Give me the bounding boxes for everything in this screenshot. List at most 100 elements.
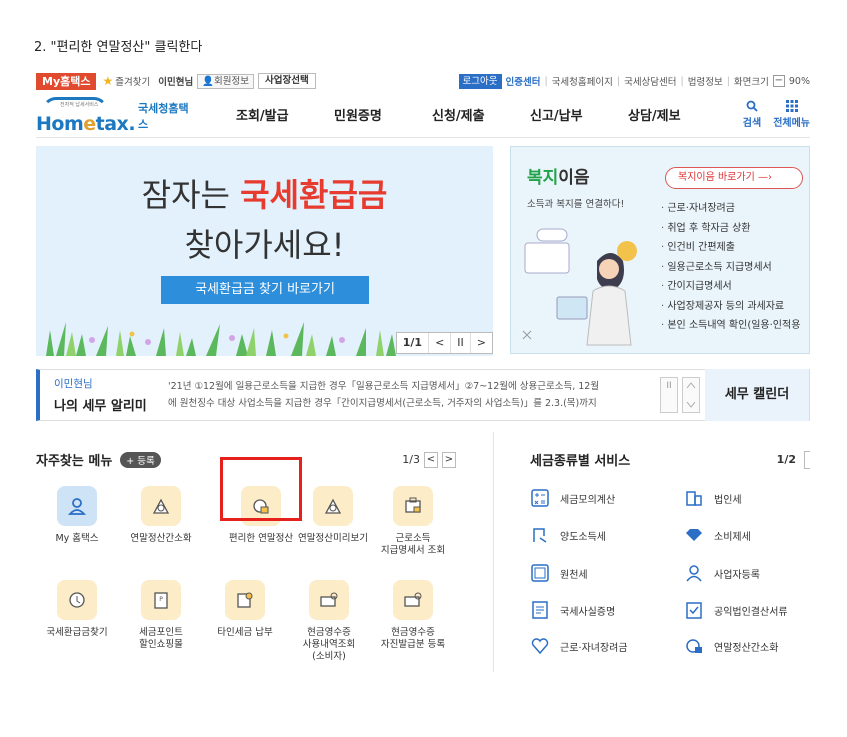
heart-icon xyxy=(530,636,550,656)
simplify-icon xyxy=(684,636,704,656)
logout-button[interactable]: 로그아웃 xyxy=(458,73,502,89)
menu-pay-other-tax[interactable]: 타인세금 납부 xyxy=(202,580,288,639)
favorites-prev-button[interactable]: < xyxy=(424,451,438,468)
nav-inquiry[interactable]: 조회/발급 xyxy=(236,105,334,124)
banner-prev-button[interactable]: < xyxy=(428,333,450,353)
separator: | xyxy=(726,75,730,87)
notice-pause-button[interactable]: II xyxy=(660,377,678,413)
service-withholding-tax[interactable]: 원천세 xyxy=(530,563,588,583)
consult-center-link[interactable]: 국세상담센터 xyxy=(624,74,676,88)
banner-page-indicator: 1/1 xyxy=(402,336,423,349)
banner-pause-button[interactable]: II xyxy=(450,333,470,353)
favorites-page-indicator: 1/3 xyxy=(402,453,420,466)
cert-center-link[interactable]: 인증센터 xyxy=(506,74,541,88)
star-icon: ★ xyxy=(102,74,114,88)
services-page-indicator: 1/2 xyxy=(776,453,796,466)
section-divider xyxy=(493,432,494,672)
separator: | xyxy=(544,75,548,87)
banner-headline-2: 찾아가세요! xyxy=(184,226,345,264)
menu-wage-statement[interactable]: 근로소득 지급명세서 조회 xyxy=(370,486,456,557)
service-corporate-tax[interactable]: 법인세 xyxy=(684,488,742,508)
member-info-button[interactable]: 👤회원정보 xyxy=(197,73,254,89)
refund-banner[interactable]: 잠자는 국세환급금 찾아가세요! 국세환급금 찾기 바로가기 1/1 < II … xyxy=(36,146,493,356)
logo-tagline: 전자적 납세서비스 xyxy=(60,101,99,108)
service-settlement-simplify[interactable]: 연말정산간소화 xyxy=(684,636,778,656)
menu-tax-refund[interactable]: 국세환급금찾기 xyxy=(34,580,120,639)
zoom-out-button[interactable]: − xyxy=(772,75,785,87)
woman-illustration xyxy=(522,228,637,346)
menu-cash-receipt-inquiry[interactable]: 현금영수증 사용내역조회 (소비자) xyxy=(286,580,372,663)
menu-cash-receipt-register[interactable]: 현금영수증 자진발급분 등록 xyxy=(370,580,456,651)
services-prev-button[interactable] xyxy=(804,450,810,469)
tax-notice-bar: 이민현님 나의 세무 알리미 '21년 ①12월에 일용근로소득을 지급한 경우… xyxy=(36,369,810,421)
refund-icon xyxy=(57,580,97,620)
service-business-registration[interactable]: 사업자등록 xyxy=(684,563,760,583)
grid-icon xyxy=(785,100,798,114)
transfer-icon xyxy=(530,525,550,545)
other-tax-icon xyxy=(225,580,265,620)
service-earned-income-credit[interactable]: 근로·자녀장려금 xyxy=(530,636,628,656)
welfare-list-item[interactable]: 일용근로소득 지급명세서 xyxy=(661,258,800,278)
welfare-list-item[interactable]: 사업장제공자 등의 과세자료 xyxy=(661,297,800,317)
nav-report-pay[interactable]: 신고/납부 xyxy=(530,105,628,124)
notice-user-name: 이민현님 xyxy=(54,378,93,390)
building-icon xyxy=(684,488,704,508)
business-select-button[interactable]: 사업장선택 xyxy=(258,73,316,89)
favorites-link[interactable]: ★ 즐겨찾기 xyxy=(102,74,150,88)
welfare-list-item[interactable]: 근로·자녀장려금 xyxy=(661,199,800,219)
welfare-title: 복지이음 xyxy=(527,168,590,188)
refund-search-button[interactable]: 국세환급금 찾기 바로가기 xyxy=(161,276,369,304)
welfare-list-item[interactable]: 간이지급명세서 xyxy=(661,277,800,297)
law-info-link[interactable]: 법령정보 xyxy=(688,74,723,88)
menu-settlement-simplify[interactable]: 연말정산간소화 xyxy=(118,486,204,545)
tax-calendar-button[interactable]: 세무 캘린더 xyxy=(705,369,809,421)
preview-icon xyxy=(313,486,353,526)
member-info-label: 회원정보 xyxy=(214,75,249,87)
all-menu-button[interactable]: 전체메뉴 xyxy=(773,100,810,129)
myhome-button[interactable]: My홈택스 xyxy=(36,72,97,90)
welfare-banner[interactable]: 복지이음 소득과 복지를 연결하다! 복지이음 바로가기 —› 근로·자녀장려금… xyxy=(510,146,810,354)
welfare-list-item[interactable]: 본인 소득내역 확인(일용·인적용 xyxy=(661,316,800,336)
banner-next-button[interactable]: > xyxy=(469,333,492,353)
services-title: 세금종류별 서비스 xyxy=(530,454,631,469)
notice-message[interactable]: '21년 ①12월에 일용근로소득을 지급한 경우「일용근로소득 지급명세서」②… xyxy=(168,378,654,412)
calculator-icon xyxy=(141,486,181,526)
search-label: 검색 xyxy=(742,118,762,129)
person-icon xyxy=(57,486,97,526)
welfare-list-item[interactable]: 인건비 간편제출 xyxy=(661,238,800,258)
click-highlight-box xyxy=(220,457,302,521)
welfare-go-button[interactable]: 복지이음 바로가기 —› xyxy=(665,167,803,189)
favorites-title: 자주찾는 메뉴 xyxy=(36,454,113,469)
favorites-next-button[interactable]: > xyxy=(442,451,456,468)
service-consumption-tax[interactable]: 소비제세 xyxy=(684,525,751,545)
welfare-list-item[interactable]: 취업 후 학자금 상환 xyxy=(661,219,800,239)
menu-tax-point-mall[interactable]: P 세금포인트 할인쇼핑몰 xyxy=(118,580,204,651)
menu-settlement-preview[interactable]: 연말정산미리보기 xyxy=(290,486,376,545)
nts-homepage-link[interactable]: 국세청홈페이지 xyxy=(552,74,613,88)
nav-apply[interactable]: 신청/제출 xyxy=(432,105,530,124)
hometax-logo[interactable]: 전자적 납세서비스 Hometax. 국세청홈택스 xyxy=(36,95,196,135)
service-tax-simulation[interactable]: 세금모의계산 xyxy=(530,488,615,508)
screen-size-label: 화면크기 xyxy=(733,77,769,88)
tax-point-icon: P xyxy=(141,580,181,620)
nav-consult[interactable]: 상담/제보 xyxy=(628,105,726,124)
menu-myhometax[interactable]: My 홈택스 xyxy=(34,486,120,545)
service-transfer-tax[interactable]: 양도소득세 xyxy=(530,525,606,545)
service-tax-certificate[interactable]: 국세사실증명 xyxy=(530,600,615,620)
nav-civil-cert[interactable]: 민원증명 xyxy=(334,105,432,124)
register-button[interactable]: + 등록 xyxy=(120,451,161,468)
arrow-right-icon: —› xyxy=(757,172,772,183)
certificate-icon xyxy=(530,600,550,620)
top-utility-bar: My홈택스 ★ 즐겨찾기 이민현님 👤회원정보 사업장선택 로그아웃 인증센터 … xyxy=(36,72,810,90)
logo-text: Hometax. xyxy=(36,112,136,135)
search-button[interactable]: 검색 xyxy=(743,100,761,129)
favorites-label: 즐겨찾기 xyxy=(115,77,151,88)
notice-scroll-control[interactable] xyxy=(682,377,700,413)
checklist-icon xyxy=(684,600,704,620)
statement-icon xyxy=(393,486,433,526)
receipt-icon xyxy=(309,580,349,620)
user-name: 이민현님 xyxy=(158,77,194,88)
svg-text:P: P xyxy=(159,596,163,603)
service-public-interest-docs[interactable]: 공익법인결산서류 xyxy=(684,600,788,620)
banner-headline-1: 잠자는 국세환급금 xyxy=(141,176,388,214)
